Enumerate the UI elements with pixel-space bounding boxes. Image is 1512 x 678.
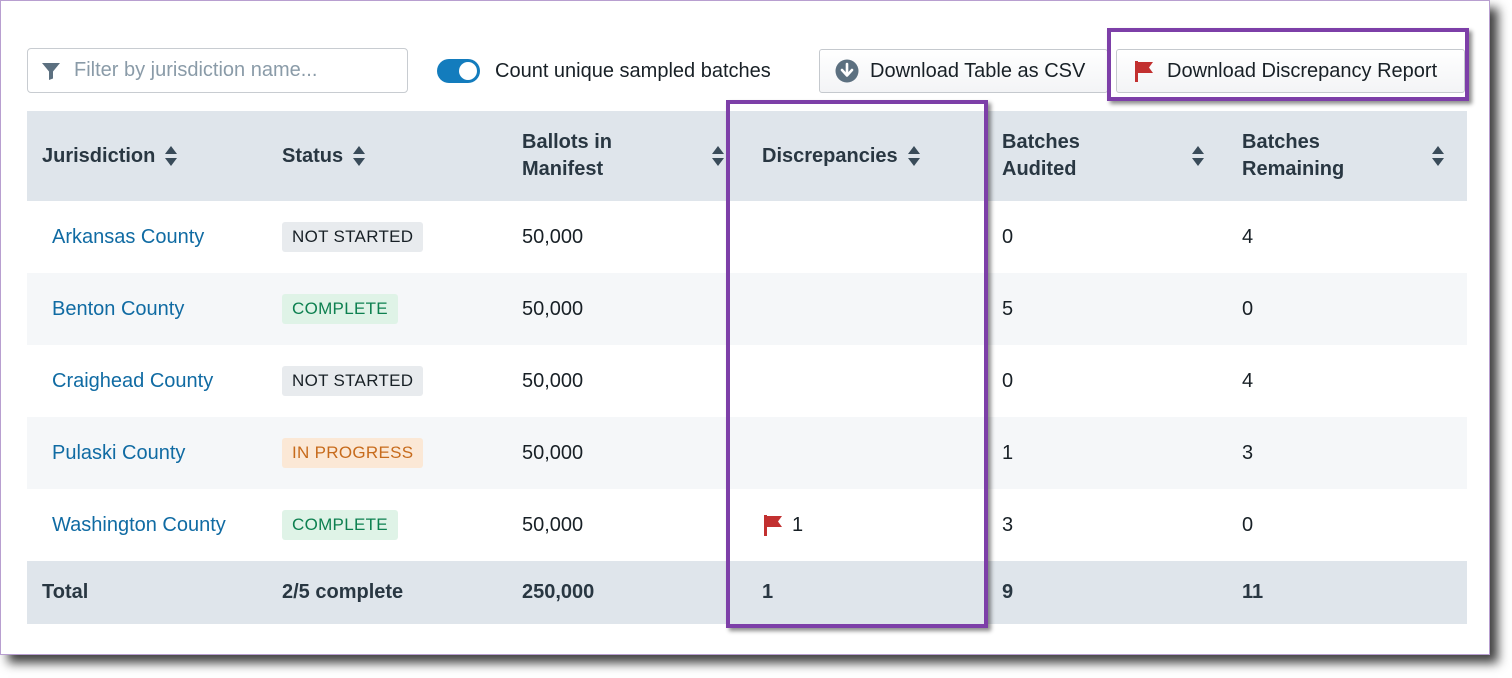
header-batches-remaining[interactable]: Batches Remaining [1227, 111, 1467, 201]
header-label: Ballots in Manifest [522, 131, 613, 180]
total-label: Total [42, 581, 89, 603]
audited-value: 3 [1002, 513, 1014, 536]
download-circle-icon [834, 58, 860, 84]
ballots-value: 50,000 [522, 513, 584, 536]
table-row: Craighead County NOT STARTED 50,000 0 4 [27, 345, 1467, 417]
total-remaining: 11 [1242, 581, 1264, 603]
download-discrepancy-report-button[interactable]: Download Discrepancy Report [1116, 49, 1465, 93]
download-discrepancy-label: Download Discrepancy Report [1167, 59, 1438, 82]
remaining-value: 0 [1242, 513, 1254, 536]
audited-value: 0 [1002, 369, 1014, 392]
total-audited: 9 [1002, 581, 1014, 603]
flag-icon [1131, 58, 1157, 84]
jurisdiction-link[interactable]: Pulaski County [42, 442, 185, 465]
header-label: Status [282, 144, 344, 167]
remaining-value: 3 [1242, 441, 1254, 464]
audited-value: 0 [1002, 225, 1014, 248]
status-badge: NOT STARTED [282, 222, 424, 252]
table-total-row: Total 2/5 complete 250,000 1 9 11 [27, 561, 1467, 624]
sort-icon[interactable] [907, 145, 921, 167]
unique-batches-switch[interactable]: Count unique sampled batches [437, 54, 771, 88]
remaining-value: 4 [1242, 369, 1254, 392]
table-row: Benton County COMPLETE 50,000 5 0 [27, 273, 1467, 345]
sort-icon[interactable] [1431, 145, 1445, 167]
flag-icon [764, 515, 782, 536]
table-header-row: Jurisdiction Status Ballots in Manifest D… [27, 111, 1467, 201]
download-csv-button[interactable]: Download Table as CSV [819, 49, 1108, 93]
sort-icon[interactable] [711, 145, 725, 167]
remaining-value: 0 [1242, 297, 1254, 320]
header-label: Batches Audited [1002, 131, 1080, 180]
table-row: Arkansas County NOT STARTED 50,000 0 4 [27, 201, 1467, 273]
jurisdictions-table: Jurisdiction Status Ballots in Manifest D… [27, 111, 1467, 624]
status-badge: NOT STARTED [282, 366, 424, 396]
jurisdiction-filter[interactable] [27, 48, 408, 93]
status-badge: COMPLETE [282, 294, 398, 324]
ballots-value: 50,000 [522, 369, 584, 392]
sort-icon[interactable] [352, 145, 366, 167]
remaining-value: 4 [1242, 225, 1254, 248]
ballots-value: 50,000 [522, 441, 584, 464]
ballots-value: 50,000 [522, 297, 584, 320]
header-discrepancies[interactable]: Discrepancies [747, 111, 987, 201]
toggle-switch[interactable] [437, 59, 480, 83]
app-frame: Count unique sampled batches Download Ta… [0, 0, 1490, 655]
jurisdiction-link[interactable]: Benton County [42, 298, 184, 321]
toggle-label: Count unique sampled batches [495, 59, 771, 82]
discrepancy-indicator: 1 [762, 513, 803, 537]
total-status: 2/5 complete [282, 581, 404, 603]
sort-icon[interactable] [164, 145, 178, 167]
download-csv-label: Download Table as CSV [870, 59, 1086, 82]
toggle-knob [459, 62, 477, 80]
header-label: Discrepancies [762, 144, 898, 167]
status-badge: IN PROGRESS [282, 438, 424, 468]
audited-value: 5 [1002, 297, 1014, 320]
audited-value: 1 [1002, 441, 1014, 464]
header-status[interactable]: Status [267, 111, 507, 201]
table-row: Washington County COMPLETE 50,000 1 3 0 [27, 489, 1467, 561]
header-label: Batches Remaining [1242, 131, 1345, 180]
total-ballots: 250,000 [522, 581, 595, 603]
status-badge: COMPLETE [282, 510, 398, 540]
ballots-value: 50,000 [522, 225, 584, 248]
jurisdiction-link[interactable]: Arkansas County [42, 226, 204, 249]
filter-icon [40, 60, 62, 82]
header-batches-audited[interactable]: Batches Audited [987, 111, 1227, 201]
jurisdiction-link[interactable]: Washington County [42, 514, 226, 537]
table-row: Pulaski County IN PROGRESS 50,000 1 3 [27, 417, 1467, 489]
jurisdiction-link[interactable]: Craighead County [42, 370, 213, 393]
header-ballots-in-manifest[interactable]: Ballots in Manifest [507, 111, 747, 201]
header-label: Jurisdiction [42, 144, 156, 167]
discrepancies-value: 1 [792, 513, 804, 536]
sort-icon[interactable] [1191, 145, 1205, 167]
header-jurisdiction[interactable]: Jurisdiction [27, 111, 267, 201]
total-discrepancies: 1 [762, 581, 774, 603]
filter-input[interactable] [72, 58, 376, 83]
